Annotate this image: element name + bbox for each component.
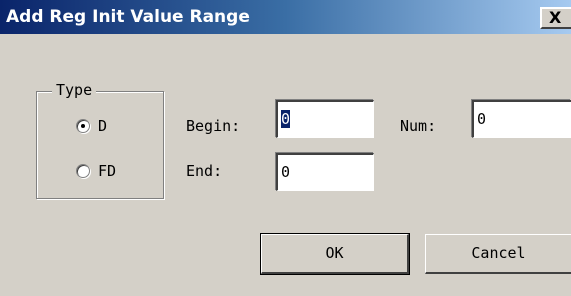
title-bar[interactable]: Add Reg Init Value Range X xyxy=(0,0,571,34)
num-value: 0 xyxy=(477,110,487,128)
radio-label-fd[interactable]: FD xyxy=(98,161,116,181)
radio-label-d[interactable]: D xyxy=(98,116,107,136)
begin-label: Begin: xyxy=(186,117,241,135)
end-input[interactable]: 0 xyxy=(276,153,374,191)
begin-value: 0 xyxy=(281,110,291,128)
end-label: End: xyxy=(186,162,223,180)
radio-selected-dot xyxy=(81,124,85,128)
radio-type-d[interactable] xyxy=(76,119,90,133)
radio-type-fd[interactable] xyxy=(76,164,90,178)
begin-input[interactable]: 0 xyxy=(276,100,374,138)
add-reg-init-value-range-dialog: Add Reg Init Value Range X Type D FD Beg… xyxy=(0,0,571,296)
end-value: 0 xyxy=(281,163,291,181)
close-icon: X xyxy=(549,8,562,27)
type-group-legend: Type xyxy=(52,80,97,100)
ok-button[interactable]: OK xyxy=(260,233,410,275)
cancel-button[interactable]: Cancel xyxy=(425,234,571,274)
close-button[interactable]: X xyxy=(540,7,571,29)
num-input[interactable]: 0 xyxy=(472,100,571,138)
window-title: Add Reg Init Value Range xyxy=(6,7,250,27)
type-groupbox xyxy=(36,91,164,199)
num-label: Num: xyxy=(400,117,437,135)
